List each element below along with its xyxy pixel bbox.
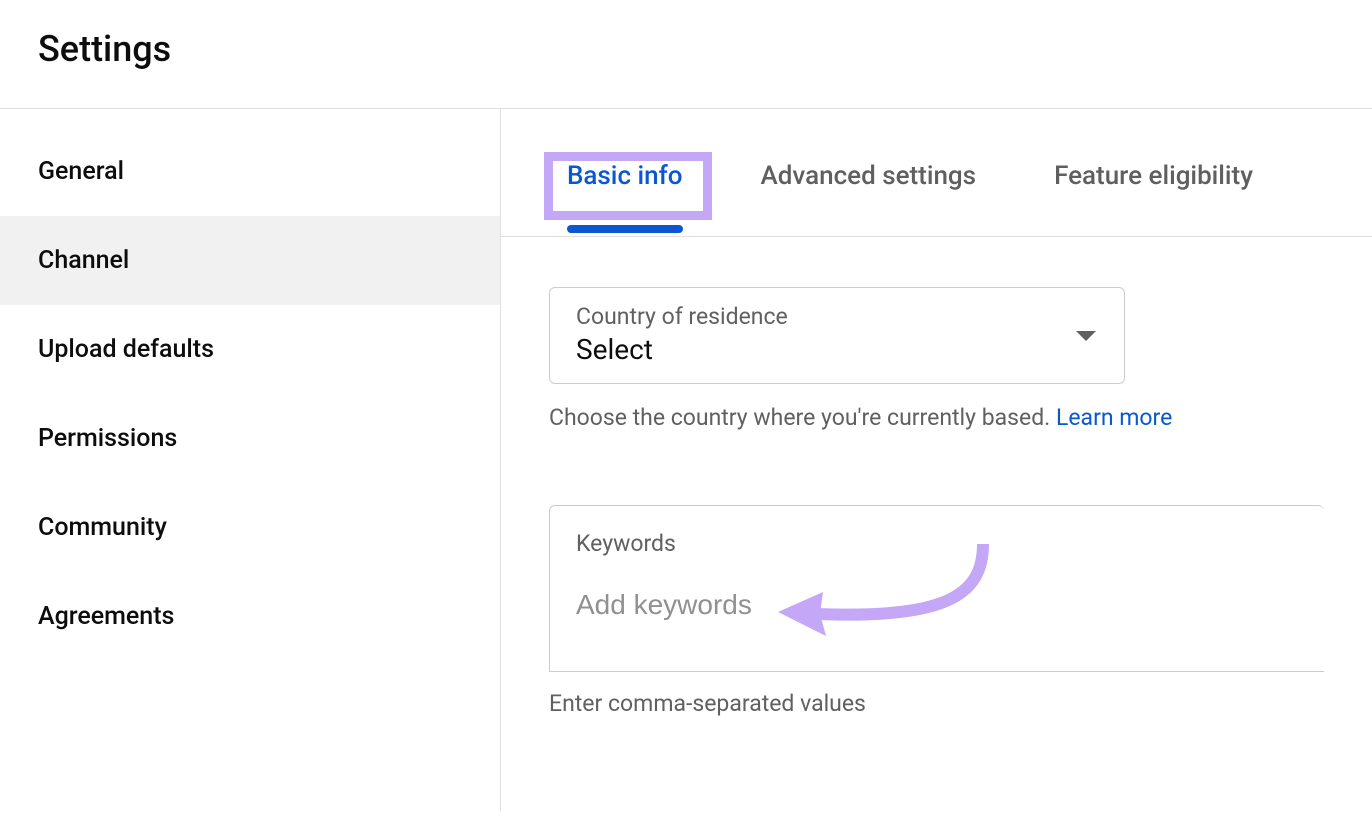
country-select-label: Country of residence <box>576 303 1098 330</box>
page-title: Settings <box>38 28 1334 70</box>
keywords-helper: Enter comma-separated values <box>549 690 1324 717</box>
keywords-input[interactable] <box>576 589 1298 621</box>
country-helper-text: Choose the country where you're currentl… <box>549 404 1056 431</box>
layout: General Channel Upload defaults Permissi… <box>0 109 1372 811</box>
sidebar-item-label: Community <box>38 513 167 542</box>
sidebar-item-label: Agreements <box>38 602 174 631</box>
sidebar-item-label: Permissions <box>38 424 177 453</box>
tab-feature-eligibility[interactable]: Feature eligibility <box>1054 161 1253 229</box>
country-select-value: Select <box>576 333 1098 366</box>
sidebar-item-label: Upload defaults <box>38 335 214 364</box>
sidebar-item-community[interactable]: Community <box>0 483 500 572</box>
keywords-field[interactable]: Keywords <box>549 505 1324 672</box>
sidebar-item-permissions[interactable]: Permissions <box>0 394 500 483</box>
tab-basic-info[interactable]: Basic info <box>567 161 683 229</box>
sidebar-item-general[interactable]: General <box>0 127 500 216</box>
learn-more-link[interactable]: Learn more <box>1056 404 1172 431</box>
country-select[interactable]: Country of residence Select <box>549 287 1125 384</box>
tab-advanced-settings[interactable]: Advanced settings <box>761 161 977 229</box>
content: Basic info Advanced settings Feature eli… <box>501 109 1372 811</box>
tab-indicator <box>567 225 683 233</box>
sidebar-item-label: General <box>38 157 124 186</box>
country-helper: Choose the country where you're currentl… <box>549 404 1324 431</box>
sidebar-item-agreements[interactable]: Agreements <box>0 572 500 661</box>
sidebar: General Channel Upload defaults Permissi… <box>0 109 501 811</box>
chevron-down-icon <box>1076 331 1096 341</box>
sidebar-item-upload-defaults[interactable]: Upload defaults <box>0 305 500 394</box>
tab-label: Advanced settings <box>761 161 977 191</box>
tab-label: Basic info <box>567 161 683 191</box>
content-body: Country of residence Select Choose the c… <box>501 237 1372 717</box>
sidebar-item-channel[interactable]: Channel <box>0 216 500 305</box>
tab-label: Feature eligibility <box>1054 161 1253 191</box>
tabs: Basic info Advanced settings Feature eli… <box>501 109 1372 237</box>
header: Settings <box>0 0 1372 108</box>
sidebar-item-label: Channel <box>38 246 129 275</box>
keywords-label: Keywords <box>576 530 1298 557</box>
